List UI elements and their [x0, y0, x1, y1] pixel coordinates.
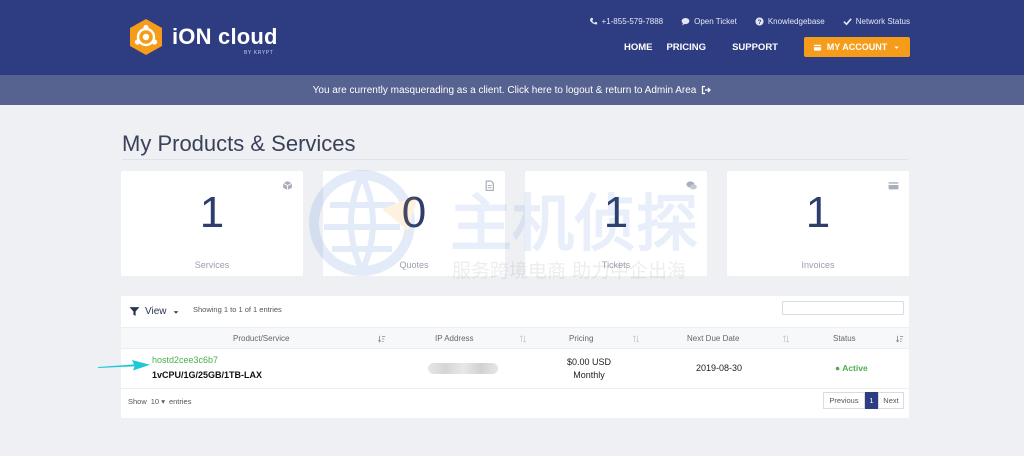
page-length-value: 10 — [150, 397, 160, 406]
col-product[interactable]: Product/Service — [233, 334, 289, 343]
my-account-button[interactable]: MY ACCOUNT — [804, 37, 910, 57]
view-label: View — [145, 306, 167, 317]
show-label: Show — [128, 397, 147, 406]
tickets-label: Tickets — [601, 260, 631, 270]
invoices-label: Invoices — [801, 260, 835, 270]
caret-down-icon — [894, 46, 899, 49]
header: iON cloud BY KRYPT +1-855-579-7888 Open … — [0, 0, 1024, 75]
comments-icon — [686, 181, 697, 190]
nav-pricing[interactable]: PRICING — [666, 42, 706, 53]
document-icon — [485, 180, 494, 191]
col-ip[interactable]: IP Address — [435, 334, 474, 343]
brand-sub: BY KRYPT — [244, 50, 274, 56]
title-divider — [122, 159, 908, 160]
main-nav: HOME PRICING SUPPORT MY ACCOUNT — [624, 37, 910, 57]
product-hostname-link[interactable]: hostd2cee3c6b7 — [152, 355, 218, 365]
top-links: +1-855-579-7888 Open Ticket ? Knowledgeb… — [589, 17, 910, 26]
entries-label: entries — [168, 397, 192, 406]
tile-quotes[interactable]: 0 Quotes — [323, 171, 505, 276]
sort-icon[interactable] — [782, 335, 790, 343]
products-table-panel: View Showing 1 to 1 of 1 entries Product… — [121, 296, 909, 418]
logo-mark-icon — [130, 19, 162, 55]
my-account-label: MY ACCOUNT — [826, 42, 888, 52]
price-amount: $0.00 USD — [566, 357, 612, 367]
open-ticket-label: Open Ticket — [694, 17, 737, 26]
brand-name: iON cloud — [172, 24, 278, 49]
table-row[interactable]: hostd2cee3c6b7 1vCPU/1G/25GB/1TB-LAX $0.… — [121, 349, 909, 389]
filter-icon — [129, 307, 140, 316]
masquerade-bar[interactable]: You are currently masquerading as a clie… — [0, 75, 1024, 105]
sort-icon[interactable] — [519, 335, 527, 343]
phone-link[interactable]: +1-855-579-7888 — [589, 17, 664, 26]
ip-address-redacted — [428, 363, 498, 374]
svg-text:?: ? — [757, 19, 761, 26]
network-status-label: Network Status — [855, 17, 910, 26]
table-header: Product/Service IP Address Pricing Next … — [121, 327, 909, 349]
table-search-input[interactable] — [782, 301, 904, 315]
tickets-count: 1 — [603, 188, 629, 237]
pagination: Previous 1 Next — [823, 392, 904, 409]
nav-support[interactable]: SUPPORT — [732, 42, 778, 53]
services-count: 1 — [199, 188, 225, 237]
page-1-button[interactable]: 1 — [865, 392, 878, 409]
showing-entries-text: Showing 1 to 1 of 1 entries — [193, 305, 282, 314]
logout-icon — [702, 85, 712, 95]
quotes-label: Quotes — [399, 260, 429, 270]
page-length-control: Show 10 ▾ entries — [128, 397, 191, 406]
previous-page-button[interactable]: Previous — [823, 392, 865, 409]
pricing-cell: $0.00 USD Monthly — [541, 356, 637, 382]
col-pricing[interactable]: Pricing — [569, 334, 593, 343]
quotes-count: 0 — [401, 188, 427, 237]
next-page-button[interactable]: Next — [878, 392, 904, 409]
phone-icon — [589, 17, 597, 25]
col-status[interactable]: Status — [833, 334, 856, 343]
credit-card-icon — [888, 182, 899, 190]
open-ticket-link[interactable]: Open Ticket — [681, 17, 737, 26]
annotation-arrow-icon — [98, 360, 150, 371]
check-icon — [843, 18, 852, 26]
network-status-link[interactable]: Network Status — [843, 17, 910, 26]
tile-invoices[interactable]: 1 Invoices — [727, 171, 909, 276]
cube-icon — [282, 181, 293, 190]
masquerade-text: You are currently masquerading as a clie… — [312, 84, 697, 96]
next-due-date: 2019-08-30 — [696, 363, 743, 373]
sort-desc-icon[interactable] — [378, 335, 386, 343]
nav-home[interactable]: HOME — [624, 42, 653, 53]
sort-desc-icon[interactable] — [896, 335, 904, 343]
phone-number: +1-855-579-7888 — [601, 17, 664, 26]
invoices-count: 1 — [805, 188, 831, 237]
tile-tickets[interactable]: 1 Tickets — [525, 171, 707, 276]
knowledgebase-label: Knowledgebase — [767, 17, 825, 26]
page-title: My Products & Services — [122, 131, 356, 156]
status-badge: ● Active — [835, 363, 868, 373]
product-name: 1vCPU/1G/25GB/1TB-LAX — [152, 370, 263, 380]
chat-icon — [681, 17, 690, 26]
knowledgebase-link[interactable]: ? Knowledgebase — [755, 17, 825, 26]
page-length-select[interactable]: 10 ▾ — [151, 397, 165, 406]
wallet-icon — [813, 44, 821, 51]
view-filter-button[interactable]: View — [129, 306, 180, 317]
question-icon: ? — [755, 17, 764, 26]
services-label: Services — [194, 260, 230, 270]
tile-services[interactable]: 1 Services — [121, 171, 303, 276]
caret-down-icon — [173, 310, 178, 314]
sort-icon[interactable] — [632, 335, 640, 343]
billing-cycle: Monthly — [573, 370, 605, 380]
col-due-date[interactable]: Next Due Date — [687, 334, 739, 343]
status-label: Active — [842, 363, 868, 373]
